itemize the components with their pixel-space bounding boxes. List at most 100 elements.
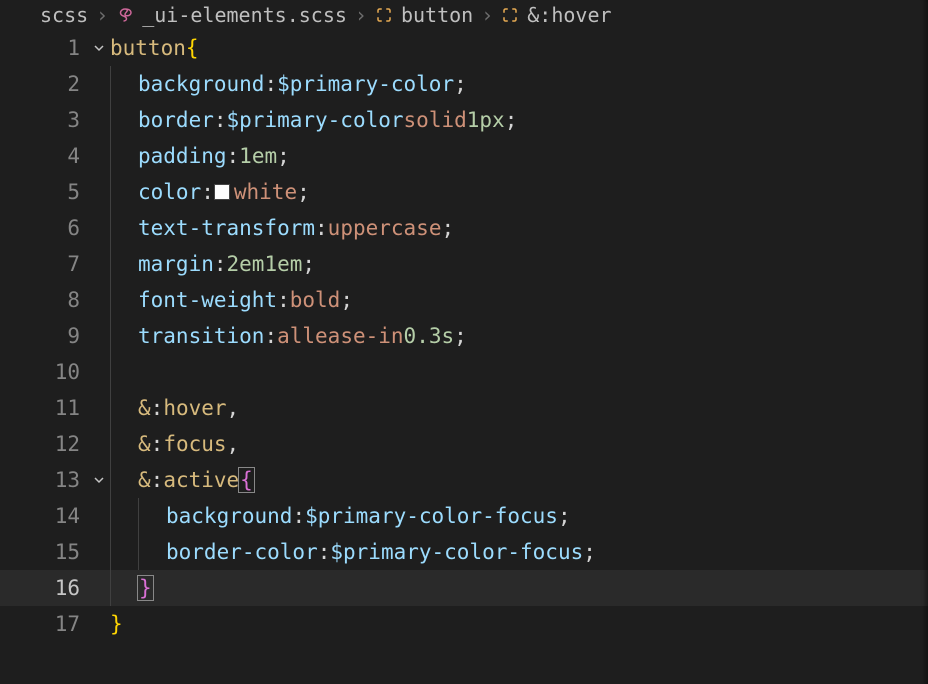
token-value: ease-in xyxy=(315,324,404,348)
line-number[interactable]: 13 xyxy=(0,468,88,492)
token-punct: ; xyxy=(583,540,596,564)
token-punct: ; xyxy=(340,288,353,312)
indent-guides xyxy=(110,426,138,462)
code-content[interactable]: padding: 1em; xyxy=(138,144,290,168)
breadcrumb-item-symbol-current[interactable]: &:hover xyxy=(527,3,611,27)
line-number[interactable]: 9 xyxy=(0,324,88,348)
token-var: $primary-color xyxy=(277,72,454,96)
token-num: 2em xyxy=(227,252,265,276)
code-line[interactable]: 2 background: $primary-color; xyxy=(0,66,928,102)
code-line[interactable]: 14 background: $primary-color-focus; xyxy=(0,498,928,534)
line-number[interactable]: 3 xyxy=(0,108,88,132)
line-number[interactable]: 12 xyxy=(0,432,88,456)
symbol-rule-icon xyxy=(501,6,519,24)
indent-guides xyxy=(110,570,138,606)
code-content[interactable]: transition: all ease-in 0.3s; xyxy=(138,324,467,348)
indent-guides xyxy=(110,138,138,174)
token-punct: ; xyxy=(454,324,467,348)
indent-guides xyxy=(110,66,138,102)
line-number[interactable]: 8 xyxy=(0,288,88,312)
code-content[interactable]: text-transform: uppercase; xyxy=(138,216,454,240)
code-line[interactable]: 3 border: $primary-color solid 1px; xyxy=(0,102,928,138)
line-number[interactable]: 10 xyxy=(0,360,88,384)
color-swatch-icon[interactable] xyxy=(214,184,230,200)
line-number[interactable]: 7 xyxy=(0,252,88,276)
indent-guides xyxy=(110,246,138,282)
minimap-shadow xyxy=(920,0,928,684)
token-num: 0.3s xyxy=(404,324,455,348)
code-content[interactable]: } xyxy=(138,575,153,601)
indent-guides xyxy=(110,534,166,570)
token-brace-yellow: { xyxy=(186,36,199,60)
scss-file-icon xyxy=(116,6,134,24)
code-content[interactable]: &:active { xyxy=(138,467,254,493)
indent-guides xyxy=(110,174,138,210)
code-content[interactable]: border-color: $primary-color-focus; xyxy=(166,540,596,564)
line-number[interactable]: 4 xyxy=(0,144,88,168)
token-amp: & xyxy=(138,432,151,456)
line-number[interactable]: 14 xyxy=(0,504,88,528)
fold-toggle-icon[interactable] xyxy=(88,40,110,56)
code-content[interactable]: color: white; xyxy=(138,180,310,204)
code-line[interactable]: 12 &:focus, xyxy=(0,426,928,462)
code-line[interactable]: 6 text-transform: uppercase; xyxy=(0,210,928,246)
token-punct: : xyxy=(264,324,277,348)
indent-guides xyxy=(110,390,138,426)
token-punct: , xyxy=(227,432,240,456)
token-value: all xyxy=(277,324,315,348)
line-number[interactable]: 5 xyxy=(0,180,88,204)
token-prop: margin xyxy=(138,252,214,276)
breadcrumb: scss › _ui-elements.scss › button › &:ho… xyxy=(0,0,928,30)
code-content[interactable]: &:focus, xyxy=(138,432,239,456)
indent-guides xyxy=(110,318,138,354)
line-number[interactable]: 15 xyxy=(0,540,88,564)
code-line[interactable]: 7 margin: 2em 1em; xyxy=(0,246,928,282)
code-line[interactable]: 8 font-weight: bold; xyxy=(0,282,928,318)
code-line[interactable]: 11 &:hover, xyxy=(0,390,928,426)
token-punct: ; xyxy=(297,180,310,204)
token-num: 1em xyxy=(239,144,277,168)
fold-toggle-icon[interactable] xyxy=(88,472,110,488)
breadcrumb-item-folder[interactable]: scss xyxy=(40,3,88,27)
code-content[interactable]: font-weight: bold; xyxy=(138,288,353,312)
breadcrumb-item-file[interactable]: _ui-elements.scss xyxy=(142,3,347,27)
line-number[interactable]: 11 xyxy=(0,396,88,420)
code-content[interactable]: button { xyxy=(110,36,199,60)
token-punct: : xyxy=(264,72,277,96)
token-punct: : xyxy=(151,432,164,456)
token-prop: border-color xyxy=(166,540,318,564)
breadcrumb-separator: › xyxy=(481,3,493,27)
line-number[interactable]: 17 xyxy=(0,612,88,636)
token-amp: & xyxy=(138,468,151,492)
code-line[interactable]: 5 color: white; xyxy=(0,174,928,210)
token-var: $primary-color-focus xyxy=(330,540,583,564)
code-line[interactable]: 13 &:active { xyxy=(0,462,928,498)
line-number[interactable]: 16 xyxy=(0,576,88,600)
code-line[interactable]: 4 padding: 1em; xyxy=(0,138,928,174)
code-line[interactable]: 9 transition: all ease-in 0.3s; xyxy=(0,318,928,354)
token-num: 1px xyxy=(467,108,505,132)
code-content[interactable]: margin: 2em 1em; xyxy=(138,252,315,276)
token-punct: : xyxy=(214,108,227,132)
breadcrumb-separator: › xyxy=(355,3,367,27)
code-editor[interactable]: 1 button { 2 background: $primary-color; 3 bo… xyxy=(0,30,928,642)
code-line[interactable]: 1 button { xyxy=(0,30,928,66)
token-prop: text-transform xyxy=(138,216,315,240)
line-number[interactable]: 2 xyxy=(0,72,88,96)
breadcrumb-item-symbol[interactable]: button xyxy=(401,3,473,27)
code-line[interactable]: 15 border-color: $primary-color-focus; xyxy=(0,534,928,570)
code-line[interactable]: 17} xyxy=(0,606,928,642)
code-content[interactable]: border: $primary-color solid 1px; xyxy=(138,108,517,132)
line-number[interactable]: 1 xyxy=(0,36,88,60)
code-line[interactable]: 16} xyxy=(0,570,928,606)
line-number[interactable]: 6 xyxy=(0,216,88,240)
code-content[interactable]: background: $primary-color-focus; xyxy=(166,504,571,528)
token-value: white xyxy=(234,180,297,204)
code-content[interactable]: &:hover, xyxy=(138,396,239,420)
code-content[interactable]: } xyxy=(110,612,123,636)
code-content[interactable]: background: $primary-color; xyxy=(138,72,467,96)
code-line[interactable]: 10 xyxy=(0,354,928,390)
token-punct: : xyxy=(151,396,164,420)
indent-guides xyxy=(110,354,138,390)
token-punct: ; xyxy=(558,504,571,528)
